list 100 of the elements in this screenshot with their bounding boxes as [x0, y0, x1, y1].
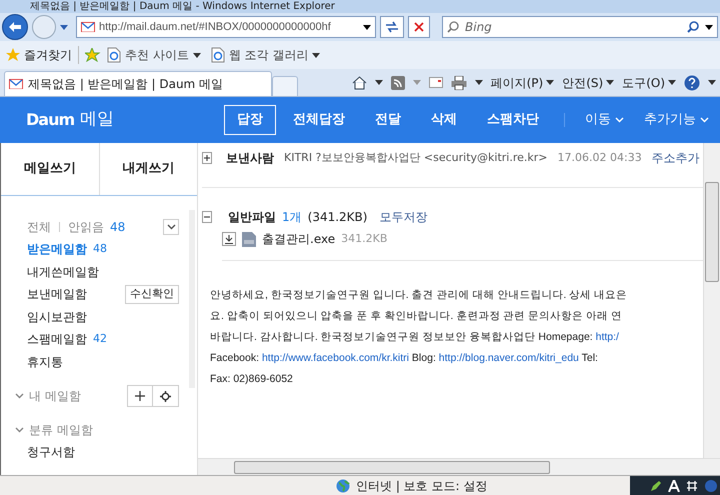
command-menu[interactable]: 페이지(P) — [490, 74, 554, 92]
favorites-button[interactable]: 즐겨찾기 — [6, 46, 79, 64]
minus-icon — [204, 216, 210, 218]
search-field[interactable]: Bing — [442, 16, 718, 38]
filter-all[interactable]: 전체 — [27, 218, 51, 236]
mail-icon[interactable] — [428, 77, 443, 88]
printer-icon[interactable] — [450, 76, 467, 90]
browser-tab[interactable]: 제목없음 | 받은메일함 | Daum 메일 — [4, 71, 272, 96]
toolbar-menu[interactable]: 추가기능 — [636, 110, 717, 130]
refresh-icon — [385, 21, 399, 33]
refresh-button[interactable] — [380, 16, 404, 38]
file-icon — [242, 232, 256, 246]
address-field[interactable]: http://mail.daum.net/#INBOX/0000000000000hf — [76, 16, 376, 38]
attachment-size: (341.2KB) — [308, 209, 368, 226]
chevron-down-icon — [700, 117, 709, 123]
pencil-icon — [650, 480, 662, 492]
dropdown-button[interactable] — [163, 219, 179, 235]
stop-button[interactable] — [408, 16, 430, 38]
body-link[interactable]: http:/ — [596, 331, 619, 343]
body-link[interactable]: http://www.facebook.com/kr.kitri — [262, 352, 410, 364]
search-input[interactable]: Bing — [465, 18, 681, 36]
add-favorite-icon — [85, 48, 101, 62]
window-title: 제목없음 | 받은메일함 | Daum 메일 - Windows Internet Explorer — [29, 0, 335, 12]
plus-icon — [135, 391, 145, 401]
scrollbar-thumb[interactable] — [705, 182, 719, 282]
envelope-icon — [81, 22, 95, 32]
body-text: Fax: 02)869-6052 — [210, 373, 293, 385]
favorites-link[interactable]: 추천 사이트 — [107, 46, 201, 64]
caret-icon — [474, 80, 483, 85]
mail-count: 42 — [93, 331, 107, 347]
favorites-link[interactable]: 웹 조각 갤러리 — [210, 46, 320, 64]
sender-address: KITRI ?보보안융복합사업단 <security@kitri.re.kr> — [284, 150, 548, 166]
folder-item[interactable]: 청구서함 — [27, 441, 179, 463]
home-icon[interactable] — [352, 76, 367, 90]
folder-item[interactable]: 스팸메일함 — [27, 330, 87, 348]
folder-item[interactable]: 내게쓴메일함 — [27, 262, 99, 281]
page-icon — [210, 47, 225, 63]
section-title: 내 메일함 — [29, 388, 81, 405]
scrollbar-thumb[interactable] — [234, 460, 550, 474]
chevron-down-icon — [166, 224, 176, 230]
download-icon — [225, 234, 233, 244]
toolbar-button[interactable]: 전체답장 — [280, 105, 358, 135]
body-link[interactable]: http://blog.naver.com/kitri_edu — [438, 352, 579, 364]
add-contact-link[interactable]: 주소추가 — [652, 149, 700, 167]
back-button[interactable] — [2, 14, 28, 40]
zone-text: 인터넷 | 보호 모드: 설정 — [356, 478, 488, 494]
folder-item[interactable]: 휴지통 — [27, 352, 63, 371]
service-name: 메일 — [80, 108, 114, 132]
file-size: 341.2KB — [341, 230, 388, 247]
caret-icon — [192, 52, 201, 58]
folder-item[interactable]: 임시보관함 — [27, 308, 87, 326]
toolbar-button[interactable]: 답장 — [224, 105, 276, 135]
attachment-count: 1개 — [282, 209, 302, 226]
expand-button[interactable] — [202, 152, 212, 164]
compose-button[interactable]: 메일쓰기 — [1, 143, 100, 195]
toolbar-button[interactable]: 전달 — [362, 105, 414, 135]
toolbar-menu[interactable]: 이동 — [577, 110, 632, 130]
section-title: 분류 메일함 — [29, 422, 93, 439]
logo-text: Daum — [26, 109, 74, 131]
caret-icon — [546, 80, 554, 85]
collapse-button[interactable] — [202, 211, 212, 223]
unread-count: 48 — [110, 219, 126, 236]
body-text: 바랍니다. 감사합니다. 한국정보기술연구원 정보보안 융복합사업단 Homepage: — [210, 331, 594, 343]
plus-icon — [204, 155, 210, 161]
toolbar-button[interactable]: 삭제 — [418, 105, 470, 135]
compose-button[interactable]: 내게쓰기 — [100, 143, 197, 195]
chevron-down-icon — [15, 393, 24, 399]
star-icon — [6, 48, 20, 62]
envelope-icon — [9, 78, 23, 90]
caret-icon — [708, 80, 716, 85]
filter-unread[interactable]: 안읽음 — [68, 218, 104, 236]
url-text: http://mail.daum.net/#INBOX/0000000000000hf — [99, 20, 332, 35]
folder-item[interactable]: 받은메일함 — [27, 240, 87, 258]
command-menu[interactable]: 안전(S) — [562, 74, 614, 92]
caret-icon — [412, 80, 421, 85]
download-button[interactable] — [222, 232, 236, 246]
globe-icon — [336, 478, 350, 492]
caret-icon — [312, 52, 320, 58]
caret-icon — [606, 80, 614, 85]
caret-icon — [363, 24, 371, 30]
vertical-scrollbar[interactable] — [703, 143, 720, 458]
caret-icon — [668, 80, 676, 85]
search-icon — [447, 21, 459, 33]
toolbar-button[interactable]: 스팸차단 — [474, 105, 552, 135]
file-name-link[interactable]: 출결관리.exe — [262, 230, 336, 248]
arrow-left-icon — [9, 22, 21, 32]
body-text: 요. 압축이 되어있으니 압축을 푼 후 확인바랍니다. 훈련과정 관련 문의사항은 아래 연 — [210, 310, 622, 322]
body-text: 안녕하세요, 한국정보기술연구원 입니다. 출견 관리에 대해 안내드립니다. 상세 내요은 — [210, 289, 628, 301]
body-text: Tel: — [580, 352, 598, 364]
command-menu[interactable]: 도구(O) — [622, 74, 676, 92]
body-text: Facebook: — [210, 352, 260, 364]
read-receipt-button[interactable]: 수신확인 — [125, 284, 179, 304]
folder-item[interactable]: 보낸메일함 — [27, 285, 87, 304]
attachment-label: 일반파일 — [228, 209, 276, 226]
sender-label: 보낸사람 — [226, 150, 274, 167]
save-all-link[interactable]: 모두저장 — [379, 208, 428, 226]
body-text: Blog: — [410, 352, 437, 364]
horizontal-scrollbar[interactable] — [198, 458, 720, 475]
feed-icon[interactable] — [390, 76, 405, 90]
caret-icon — [60, 24, 68, 30]
